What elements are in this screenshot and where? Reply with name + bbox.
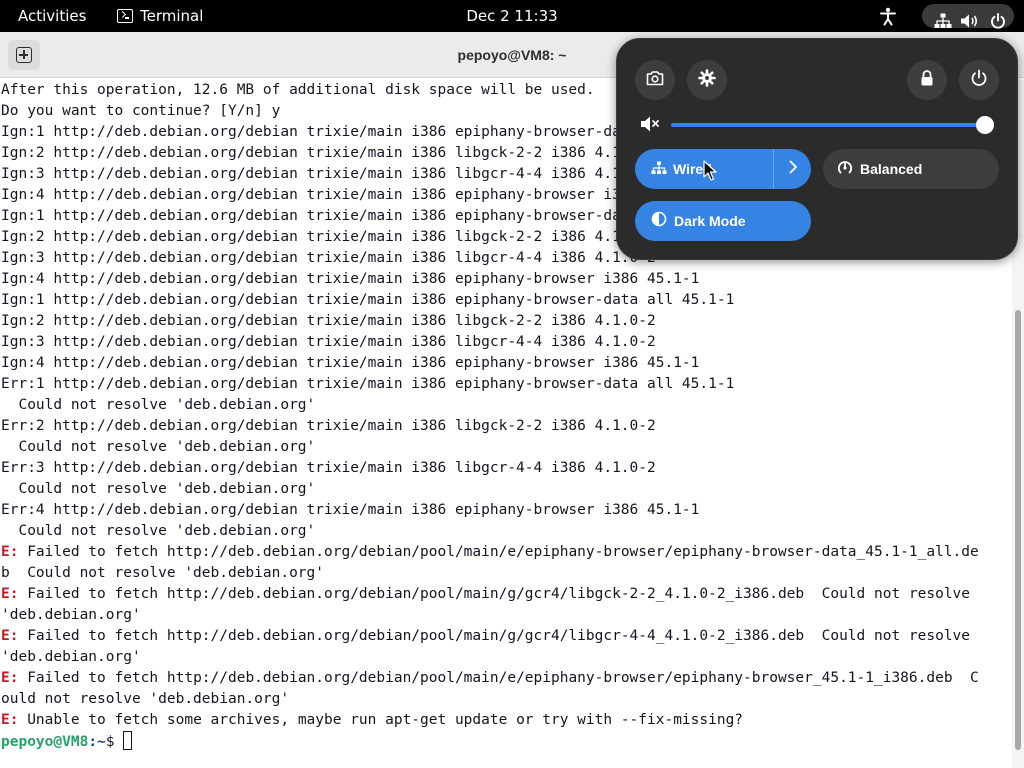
prompt-symbol: $ [105,734,124,750]
terminal-line-text: Ign:3 http://deb.debian.org/debian trixi… [1,250,656,266]
screenshot-button[interactable] [635,60,675,100]
wired-network-toggle[interactable]: Wired [635,149,811,189]
prompt-line[interactable]: pepoyo@VM8:~$ [1,731,1012,753]
terminal-line-text: Err:4 http://deb.debian.org/debian trixi… [1,502,700,518]
terminal-line: Could not resolve 'deb.debian.org' [1,395,1012,416]
terminal-line: E: Failed to fetch http://deb.debian.org… [1,584,1012,605]
power-off-button[interactable] [959,60,999,100]
terminal-line-text: 'deb.debian.org' [1,649,141,665]
terminal-line-text: Failed to fetch http://deb.debian.org/de… [18,670,979,686]
top-bar: Activities Terminal Dec 2 11:33 [0,0,1024,32]
terminal-line-text: Ign:2 http://deb.debian.org/debian trixi… [1,313,656,329]
terminal-line-text: Err:3 http://deb.debian.org/debian trixi… [1,460,656,476]
terminal-line: Could not resolve 'deb.debian.org' [1,479,1012,500]
error-tag: E: [1,712,19,728]
terminal-line: E: Failed to fetch http://deb.debian.org… [1,626,1012,647]
terminal-line-text: 'deb.debian.org' [1,607,141,623]
terminal-line: 'deb.debian.org' [1,647,1012,668]
terminal-line-text: Ign:1 http://deb.debian.org/debian trixi… [1,292,735,308]
error-tag: E: [1,586,19,602]
mouse-pointer-icon [703,160,717,182]
terminal-line: Ign:2 http://deb.debian.org/debian trixi… [1,311,1012,332]
terminal-line: Err:2 http://deb.debian.org/debian trixi… [1,416,1012,437]
activities-button[interactable]: Activities [18,0,86,32]
terminal-line: Could not resolve 'deb.debian.org' [1,437,1012,458]
power-mode-icon [837,159,853,179]
prompt-path: :~ [88,734,106,750]
wired-menu-expand-button[interactable] [773,149,811,189]
terminal-line-text: Ign:4 http://deb.debian.org/debian trixi… [1,355,700,371]
chevron-right-icon [788,159,798,179]
terminal-line-text: Do you want to continue? [Y/n] y [1,103,281,119]
terminal-line-text: Ign:3 http://deb.debian.org/debian trixi… [1,334,656,350]
terminal-line-text: After this operation, 12.6 MB of additio… [1,82,595,98]
lock-icon [919,69,935,91]
app-menu-label: Terminal [140,7,204,25]
terminal-line-text: Failed to fetch http://deb.debian.org/de… [18,586,971,602]
error-tag: E: [1,544,19,560]
error-tag: E: [1,670,19,686]
terminal-line-text: Ign:4 http://deb.debian.org/debian trixi… [1,271,700,287]
terminal-line-text: Ign:4 http://deb.debian.org/debian trixi… [1,187,700,203]
terminal-line-text: Err:1 http://deb.debian.org/debian trixi… [1,376,735,392]
terminal-line: Ign:3 http://deb.debian.org/debian trixi… [1,332,1012,353]
prompt-user-host: pepoyo@VM8 [1,734,89,750]
terminal-line-text: Could not resolve 'deb.debian.org' [1,397,316,413]
terminal-icon [117,9,133,23]
terminal-line: Err:1 http://deb.debian.org/debian trixi… [1,374,1012,395]
terminal-line-text: Failed to fetch http://deb.debian.org/de… [18,544,979,560]
terminal-line: E: Failed to fetch http://deb.debian.org… [1,542,1012,563]
terminal-line: Ign:4 http://deb.debian.org/debian trixi… [1,269,1012,290]
terminal-line-text: Could not resolve 'deb.debian.org' [1,523,316,539]
terminal-line-text: Ign:2 http://deb.debian.org/debian trixi… [1,145,656,161]
terminal-line-text: Unable to fetch some archives, maybe run… [18,712,744,728]
terminal-line: E: Unable to fetch some archives, maybe … [1,710,1012,731]
terminal-line: 'deb.debian.org' [1,605,1012,626]
terminal-line-text: Failed to fetch http://deb.debian.org/de… [18,628,971,644]
terminal-line-text: Could not resolve 'deb.debian.org' [1,481,316,497]
accessibility-icon[interactable] [878,0,900,32]
terminal-line: Ign:4 http://deb.debian.org/debian trixi… [1,353,1012,374]
system-status-menu[interactable] [918,0,1020,32]
volume-slider-handle[interactable] [976,116,994,134]
dark-mode-toggle[interactable]: Dark Mode [635,201,811,241]
terminal-line: b Could not resolve 'deb.debian.org' [1,563,1012,584]
volume-slider-row [639,109,999,139]
power-mode-label: Balanced [860,161,923,177]
terminal-line-text: Could not resolve 'deb.debian.org' [1,439,316,455]
terminal-line: Could not resolve 'deb.debian.org' [1,521,1012,542]
terminal-line: ould not resolve 'deb.debian.org' [1,689,1012,710]
volume-icon [960,8,980,28]
terminal-line-text: b Could not resolve 'deb.debian.org' [1,565,325,581]
terminal-line-text: Ign:3 http://deb.debian.org/debian trixi… [1,166,656,182]
dark-mode-label: Dark Mode [674,213,746,229]
power-icon [990,8,1006,29]
terminal-line-text: Err:2 http://deb.debian.org/debian trixi… [1,418,656,434]
lock-button[interactable] [907,60,947,100]
terminal-line: Err:3 http://deb.debian.org/debian trixi… [1,458,1012,479]
terminal-line: E: Failed to fetch http://deb.debian.org… [1,668,1012,689]
gear-icon [698,69,716,91]
settings-button[interactable] [687,60,727,100]
quick-settings-menu: Wired Balanced Dark Mode [616,38,1018,260]
screenshot-icon [646,70,664,90]
text-cursor [123,731,133,750]
network-wired-icon [651,160,667,179]
volume-muted-icon[interactable] [639,113,661,135]
error-tag: E: [1,628,19,644]
power-icon [970,69,988,91]
volume-slider-track[interactable] [671,123,989,127]
terminal-line: Ign:1 http://deb.debian.org/debian trixi… [1,290,1012,311]
clock-button[interactable]: Dec 2 11:33 [466,7,557,25]
terminal-line-text: Ign:2 http://deb.debian.org/debian trixi… [1,229,656,245]
network-wired-icon [934,8,952,28]
scrollbar-thumb[interactable] [1015,310,1021,750]
app-menu-button[interactable]: Terminal [117,0,203,32]
dark-mode-icon [651,211,667,231]
terminal-line-text: ould not resolve 'deb.debian.org' [1,691,290,707]
power-mode-toggle[interactable]: Balanced [823,149,999,189]
terminal-line: Err:4 http://deb.debian.org/debian trixi… [1,500,1012,521]
